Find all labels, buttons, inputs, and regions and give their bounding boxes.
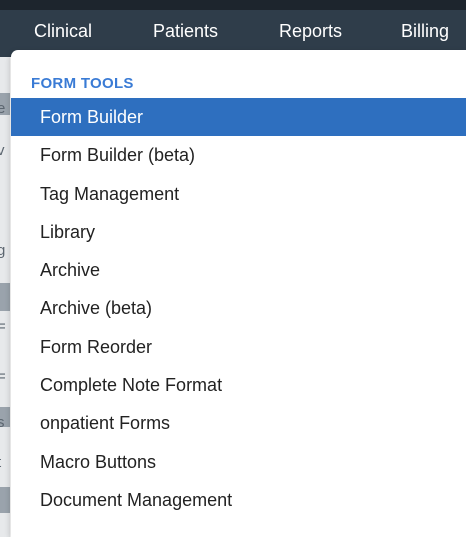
- background-mark: [0, 487, 10, 513]
- menu-item-archive-beta[interactable]: Archive (beta): [11, 289, 466, 327]
- menu-item-document-management[interactable]: Document Management: [11, 481, 466, 519]
- menu-item-form-builder-beta[interactable]: Form Builder (beta): [11, 136, 466, 174]
- menu-item-form-reorder[interactable]: Form Reorder: [11, 328, 466, 366]
- menu-item-onpatient-forms[interactable]: onpatient Forms: [11, 404, 466, 442]
- menu-item-library[interactable]: Library: [11, 213, 466, 251]
- background-char: e: [0, 100, 6, 117]
- menu-section-header: FORM TOOLS: [31, 75, 134, 92]
- menu-item-archive[interactable]: Archive: [11, 251, 466, 289]
- menu-item-macro-buttons[interactable]: Macro Buttons: [11, 443, 466, 481]
- menu-item-tag-management[interactable]: Tag Management: [11, 175, 466, 213]
- menu-item-complete-note-format[interactable]: Complete Note Format: [11, 366, 466, 404]
- background-char: g: [0, 242, 6, 259]
- menu-list: Form Builder Form Builder (beta) Tag Man…: [11, 98, 466, 519]
- menu-item-form-builder[interactable]: Form Builder: [11, 98, 466, 137]
- background-char: t: [0, 455, 1, 470]
- nav-item-clinical[interactable]: Clinical: [34, 21, 92, 42]
- background-page-strip: e v g = = s t: [0, 57, 10, 537]
- nav-item-patients[interactable]: Patients: [153, 21, 218, 42]
- background-char: v: [0, 142, 5, 159]
- background-char: =: [0, 368, 6, 385]
- background-mark: [0, 283, 10, 311]
- nav-item-billing[interactable]: Billing: [401, 21, 449, 42]
- background-char: =: [0, 318, 6, 335]
- top-navigation-bar: Clinical Patients Reports Billing: [0, 0, 466, 57]
- background-char: s: [0, 414, 5, 431]
- form-tools-dropdown: FORM TOOLS Form Builder Form Builder (be…: [11, 50, 466, 537]
- nav-item-reports[interactable]: Reports: [279, 21, 342, 42]
